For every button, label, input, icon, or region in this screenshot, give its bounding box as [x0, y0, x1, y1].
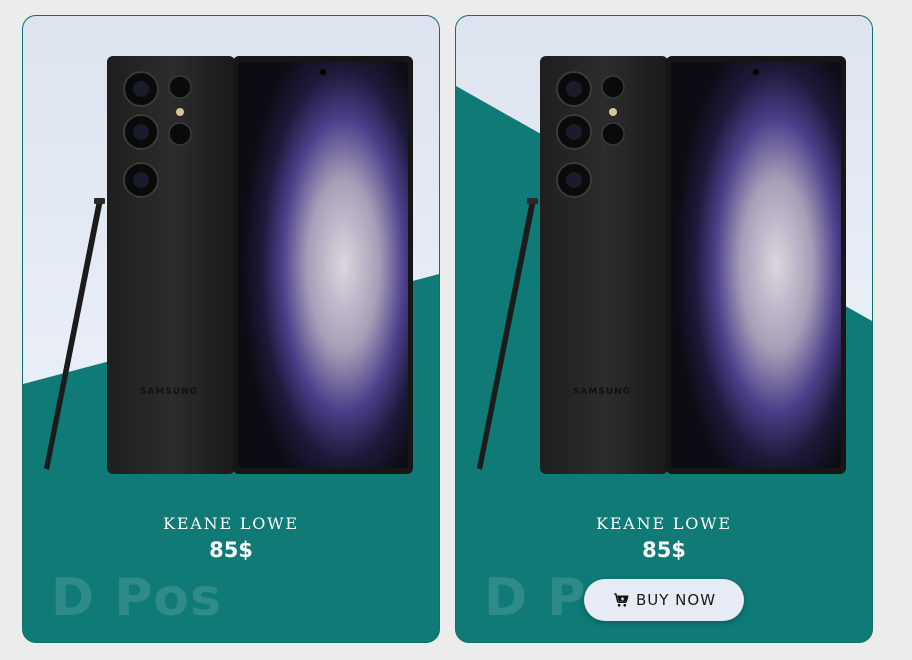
cart-plus-icon	[614, 593, 629, 607]
product-card-1[interactable]: SAMSUNG KEANE LOWE 85$ D Pos	[22, 15, 440, 643]
svg-text:SAMSUNG: SAMSUNG	[140, 387, 198, 397]
buy-now-label: BUY NOW	[635, 591, 717, 609]
svg-text:SAMSUNG: SAMSUNG	[573, 387, 631, 397]
product-price: 85$	[642, 538, 686, 562]
product-name: KEANE LOWE	[163, 514, 299, 533]
phone-image: SAMSUNG	[44, 56, 413, 474]
product-name: KEANE LOWE	[596, 514, 732, 533]
product-card-2[interactable]: SAMSUNG KEANE LOWE 85$ D Pos BUY NOW	[455, 15, 873, 643]
product-price: 85$	[209, 538, 253, 562]
phone-image: SAMSUNG	[477, 56, 846, 474]
watermark-text: D Pos	[51, 568, 223, 628]
buy-now-button[interactable]: BUY NOW	[584, 579, 744, 621]
